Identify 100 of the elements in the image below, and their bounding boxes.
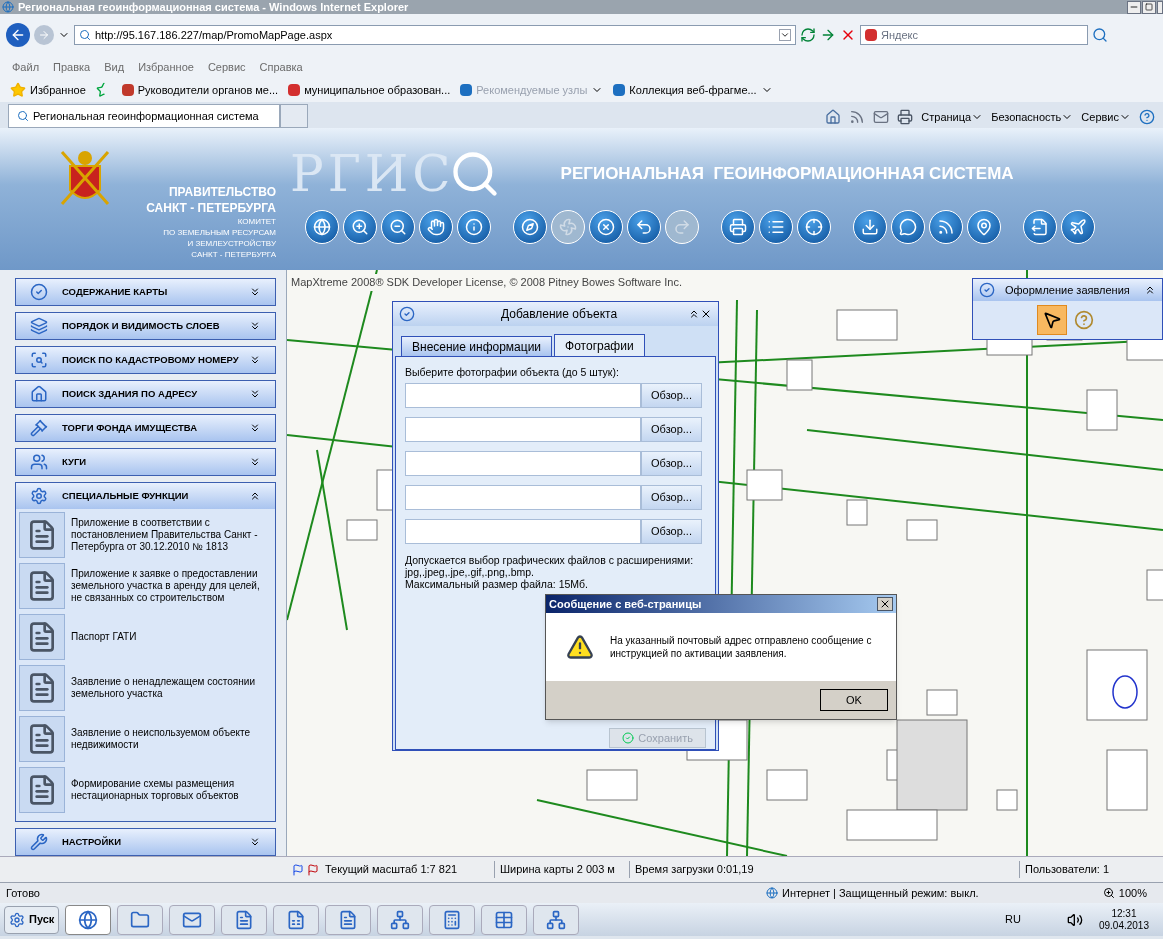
collapse-icon[interactable] (1144, 284, 1156, 296)
menu-item[interactable]: Файл (12, 58, 40, 76)
menu-item[interactable]: Справка (259, 58, 303, 76)
hand-button[interactable] (419, 210, 453, 244)
menu-item[interactable]: Вид (104, 58, 125, 76)
select-tool-button[interactable] (1036, 305, 1067, 335)
plane-button[interactable] (1061, 210, 1095, 244)
browse-button[interactable]: Обзор... (641, 484, 702, 510)
language-indicator[interactable]: RU (1005, 911, 1021, 928)
panel-title: Оформление заявления (1005, 282, 1130, 298)
magnifier-icon (30, 351, 48, 369)
zoom-level[interactable]: 100% (1102, 884, 1147, 902)
document-icon (338, 909, 359, 930)
minimize-button[interactable] (1127, 0, 1141, 14)
favorites-button[interactable]: Избранное (10, 81, 86, 99)
section-header[interactable]: КУГИ (16, 449, 275, 475)
function-item[interactable]: Паспорт ГАТИ (19, 611, 272, 662)
taskbar-app-button[interactable] (273, 904, 320, 935)
home-icon[interactable] (825, 108, 842, 125)
section-header[interactable]: СОДЕРЖАНИЕ КАРТЫ (16, 279, 275, 305)
dialog-tab[interactable]: Фотографии (554, 334, 645, 356)
taskbar-app-button[interactable] (429, 904, 476, 935)
russian-flag-icon[interactable] (292, 863, 304, 876)
compass-button[interactable] (513, 210, 547, 244)
undo-button[interactable] (627, 210, 661, 244)
function-item[interactable]: Заявление о ненадлежащем состоянии земельного участка (19, 662, 272, 713)
mail-icon[interactable] (873, 108, 890, 125)
section-header[interactable]: ТОРГИ ФОНДА ИМУЩЕСТВА (16, 415, 275, 441)
function-item[interactable]: Приложение в соответствии с постановлением Правительства Санкт - Петербурга от 30.12.2010 № 1813 (19, 509, 272, 560)
search-input[interactable]: Яндекс (881, 26, 1083, 44)
dialog-tab[interactable]: Внесение информации (401, 336, 553, 356)
print-button[interactable] (721, 210, 755, 244)
zoom-out-button[interactable] (381, 210, 415, 244)
export-button[interactable] (1023, 210, 1057, 244)
command-menu[interactable]: Страница (921, 108, 984, 125)
favorite-link[interactable]: Руководители органов ме... (121, 81, 279, 99)
taskbar-app-button[interactable] (65, 904, 112, 935)
dropdown-icon[interactable] (779, 29, 791, 41)
volume-icon[interactable] (1066, 911, 1083, 928)
browse-button[interactable]: Обзор... (641, 416, 702, 442)
start-button[interactable]: Пуск (4, 905, 60, 934)
browse-button[interactable]: Обзор... (641, 518, 702, 544)
download-button[interactable] (853, 210, 887, 244)
clock[interactable]: 12:31 09.04.2013 (1098, 907, 1149, 932)
search-icon[interactable] (1092, 27, 1108, 43)
taskbar-app-button[interactable] (117, 904, 164, 935)
back-button[interactable] (6, 23, 30, 47)
command-menu[interactable]: Сервис (1081, 108, 1131, 125)
feeds-icon[interactable] (849, 108, 866, 125)
close-icon[interactable] (700, 308, 712, 320)
command-menu[interactable]: Безопасность (991, 108, 1074, 125)
refresh-icon[interactable] (800, 27, 816, 43)
close-button[interactable] (877, 597, 893, 611)
taskbar-app-button[interactable] (325, 904, 372, 935)
taskbar-app-button[interactable] (221, 904, 268, 935)
menu-item[interactable]: Сервис (207, 58, 246, 76)
list-button[interactable] (759, 210, 793, 244)
file-path-field[interactable] (405, 382, 641, 408)
section-header[interactable]: ПОИСК ЗДАНИЯ ПО АДРЕСУ (16, 381, 275, 407)
collapse-icon[interactable] (688, 308, 700, 320)
search-field[interactable]: Яндекс (860, 25, 1088, 45)
section-header[interactable]: ПОРЯДОК И ВИДИМОСТЬ СЛОЕВ (16, 313, 275, 339)
crosshair-button[interactable] (797, 210, 831, 244)
taskbar-app-button[interactable] (169, 904, 216, 935)
help-icon[interactable] (1139, 108, 1155, 125)
function-item[interactable]: Приложение к заявке о предоставлении земельного участка в аренду для целей, не связанных со строительством (19, 560, 272, 611)
pin-button[interactable] (967, 210, 1001, 244)
taskbar-app-button[interactable] (377, 904, 424, 935)
taskbar-app-button[interactable] (533, 904, 580, 935)
british-flag-icon[interactable] (307, 863, 319, 876)
print-icon[interactable] (897, 108, 914, 125)
rss-button[interactable] (929, 210, 963, 244)
committee-title: САНКТ - ПЕТЕРБУРГА (191, 249, 276, 260)
file-path-field[interactable] (405, 484, 641, 510)
browser-icon (78, 909, 99, 930)
file-path-field[interactable] (405, 450, 641, 476)
section-header[interactable]: ПОИСК ПО КАДАСТРОВОМУ НОМЕРУ (16, 347, 275, 373)
speech-bubble-button[interactable] (891, 210, 925, 244)
function-item[interactable]: Формирование схемы размещения нестационарных торговых объектов (19, 764, 272, 815)
taskbar-app-button[interactable] (481, 904, 528, 935)
globe-button[interactable] (305, 210, 339, 244)
menu-item[interactable]: Избранное (138, 58, 194, 76)
section-header[interactable]: НАСТРОЙКИ (16, 829, 275, 855)
file-path-field[interactable] (405, 518, 641, 544)
function-item[interactable]: Заявление о неиспользуемом объекте недвижимости (19, 713, 272, 764)
coat-of-arms-icon (60, 148, 110, 208)
section-header[interactable]: СПЕЦИАЛЬНЫЕ ФУНКЦИИ (16, 483, 275, 509)
maximize-button[interactable] (1142, 0, 1156, 14)
favorite-link[interactable]: Коллекция веб-фрагме... (613, 81, 773, 99)
browser-tab[interactable]: Региональная геоинформационная система (8, 104, 280, 128)
zoom-in-button[interactable] (343, 210, 377, 244)
ok-button[interactable]: OK (820, 689, 888, 711)
menu-item[interactable]: Правка (53, 58, 91, 76)
browse-button[interactable]: Обзор... (641, 450, 702, 476)
go-icon[interactable] (820, 27, 836, 43)
file-path-field[interactable] (405, 416, 641, 442)
info-button[interactable] (457, 210, 491, 244)
favorite-link[interactable]: муниципальное образован... (288, 81, 451, 99)
browse-button[interactable]: Обзор... (641, 382, 702, 408)
address-field[interactable]: http://95.167.186.227/map/PromoMapPage.aspx (74, 25, 796, 45)
